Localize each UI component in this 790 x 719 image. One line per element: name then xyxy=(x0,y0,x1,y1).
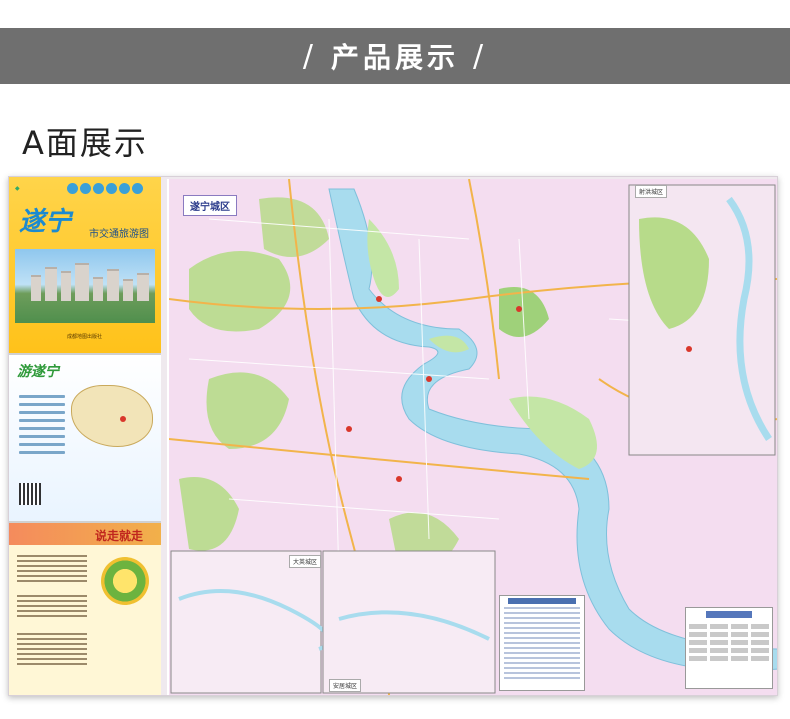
banner-title-text: 产品展示 xyxy=(330,41,459,74)
map-legend xyxy=(685,607,773,689)
text-block xyxy=(17,555,87,585)
section-title: A面展示 xyxy=(22,124,148,162)
sun-wheel-icon xyxy=(101,557,149,605)
text-block xyxy=(17,595,87,620)
cover-subtitle: 市交通旅游图 xyxy=(89,229,149,240)
travel-title: 说走就走 xyxy=(95,529,144,543)
inset-label-shehong: 射洪城区 xyxy=(635,185,668,198)
banner-title: / 产品展示 / xyxy=(303,36,487,76)
skyline-photo xyxy=(15,249,155,323)
text-block xyxy=(17,633,87,668)
series-dots xyxy=(66,182,143,194)
info-text-lines xyxy=(19,395,65,459)
city-map: 遂宁城区 射洪城区 大英城区 安居城区 xyxy=(167,179,777,695)
legend-grid xyxy=(686,621,772,664)
header-banner: / 产品展示 / xyxy=(0,28,790,84)
index-rows xyxy=(500,607,584,679)
province-map-icon xyxy=(71,385,153,447)
main-city-label: 遂宁城区 xyxy=(183,195,237,216)
brochure-travel-panel: 说走就走 xyxy=(9,521,161,695)
brochure-cover: ◆ 遂宁 市交通旅游图 成都地图出版社 xyxy=(9,177,161,353)
cover-city-name: 遂宁 xyxy=(19,207,72,237)
brochure-info-panel: 游遂宁 xyxy=(9,353,161,521)
slash-left-icon: / xyxy=(302,38,317,74)
cover-topbar: ◆ xyxy=(9,177,161,199)
inset-label-daying: 大英城区 xyxy=(289,555,322,568)
street-index-table xyxy=(499,595,585,691)
inset-label-anju: 安居城区 xyxy=(329,679,362,692)
panel-title: 游遂宁 xyxy=(17,364,59,380)
brand-logo-icon: ◆ xyxy=(15,184,20,192)
index-title-bar xyxy=(508,598,576,604)
qr-code-icon xyxy=(19,483,41,505)
product-photo: ◆ 遂宁 市交通旅游图 成都地图出版社 游遂宁 说走就走 遂宁城区 射洪城区 大… xyxy=(8,176,778,696)
legend-title-bar xyxy=(706,611,752,618)
slash-right-icon: / xyxy=(473,38,488,74)
cover-publisher: 成都地图出版社 xyxy=(67,334,103,340)
